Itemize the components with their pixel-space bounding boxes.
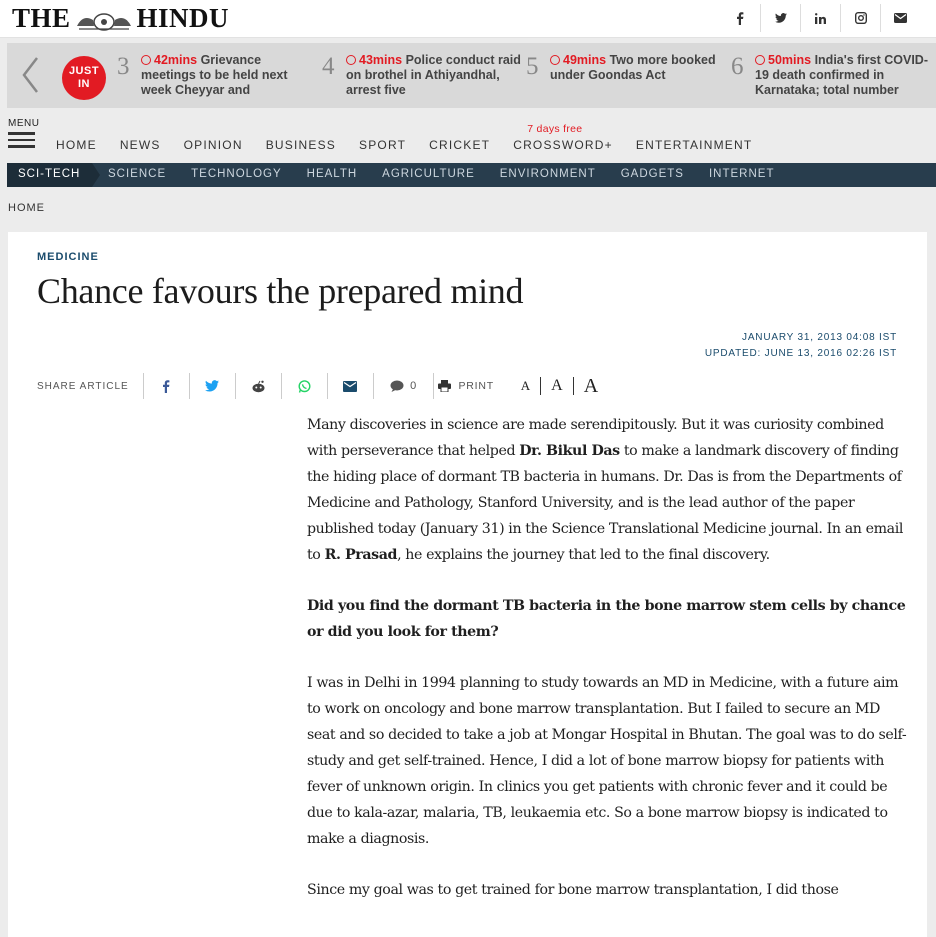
reddit-icon (252, 380, 265, 392)
ticker-item[interactable]: 5 49mins Two more booked under Goondas A… (526, 51, 716, 103)
mail-icon (343, 380, 358, 392)
interview-question: Did you find the dormant TB bacteria in … (307, 598, 906, 640)
nav-item-crossword[interactable]: 7 days free CROSSWORD+ (513, 123, 613, 152)
breadcrumb[interactable]: HOME (8, 202, 45, 214)
subnav-item-agriculture[interactable]: AGRICULTURE (382, 168, 475, 180)
font-large-button[interactable]: A (574, 375, 608, 398)
subnav-item-health[interactable]: HEALTH (307, 168, 358, 180)
article-body: Many discoveries in science are made ser… (307, 412, 911, 928)
print-label: PRINT (458, 380, 494, 392)
share-reddit-button[interactable] (234, 373, 281, 399)
clock-icon (755, 55, 765, 65)
person-name: R. Prasad (324, 547, 398, 563)
article-paragraph: I was in Delhi in 1994 planning to study… (307, 675, 907, 847)
mail-icon[interactable] (880, 4, 920, 32)
nav-item-entertainment[interactable]: ENTERTAINMENT (636, 138, 753, 152)
instagram-icon[interactable] (840, 4, 880, 32)
section-subnav: SCI-TECH SCIENCE TECHNOLOGY HEALTH AGRIC… (7, 163, 936, 187)
just-in-badge-line2: IN (78, 78, 90, 90)
comment-count: 0 (410, 380, 417, 392)
crossword-free-note: 7 days free (527, 123, 583, 135)
article-headline: Chance favours the prepared mind (37, 271, 524, 311)
article-container: MEDICINE Chance favours the prepared min… (8, 232, 927, 937)
person-name: Dr. Bikul Das (519, 443, 620, 459)
ticker-item-time: 49mins (563, 53, 607, 67)
article-kicker[interactable]: MEDICINE (37, 251, 99, 263)
share-bar: SHARE ARTICLE 0 PRINT A A A (37, 373, 608, 399)
ticker-item[interactable]: 3 42mins Grievance meetings to be held n… (117, 51, 307, 103)
whatsapp-icon (298, 379, 311, 393)
printer-icon (438, 380, 452, 392)
site-logo[interactable]: THE HINDU (12, 3, 229, 34)
subnav-item-environment[interactable]: ENVIRONMENT (500, 168, 596, 180)
nav-item-business[interactable]: BUSINESS (266, 138, 336, 152)
paragraph-text: , he explains the journey that led to th… (397, 547, 770, 563)
facebook-icon[interactable] (720, 4, 760, 32)
social-links (720, 4, 920, 32)
share-facebook-button[interactable] (142, 373, 189, 399)
clock-icon (346, 55, 356, 65)
ticker-item-number: 5 (526, 53, 539, 80)
ticker-item-time: 43mins (359, 53, 403, 67)
paragraph-text: to make a landmark discovery of finding … (307, 443, 903, 563)
share-label: SHARE ARTICLE (37, 380, 129, 392)
nav-item-cricket[interactable]: CRICKET (429, 138, 490, 152)
ticker-item-number: 4 (322, 53, 335, 80)
article-dates: JANUARY 31, 2013 04:08 IST UPDATED: JUNE… (705, 330, 897, 362)
facebook-icon (163, 379, 170, 393)
share-whatsapp-button[interactable] (280, 373, 327, 399)
subnav-item-internet[interactable]: INTERNET (709, 168, 775, 180)
menu-button[interactable]: MENU (8, 118, 40, 152)
logo-text-hindu: HINDU (136, 3, 230, 33)
article-paragraph: Since my goal was to get trained for bon… (307, 882, 839, 898)
just-in-ticker: JUST IN 3 42mins Grievance meetings to b… (7, 43, 936, 108)
subnav-active-sci-tech[interactable]: SCI-TECH (7, 163, 100, 187)
nav-item-crossword-label: CROSSWORD+ (513, 138, 613, 152)
clock-icon (550, 55, 560, 65)
linkedin-icon[interactable] (800, 4, 840, 32)
share-twitter-button[interactable] (188, 373, 235, 399)
comment-icon (390, 380, 404, 392)
just-in-badge-line1: JUST (68, 65, 100, 77)
ticker-item[interactable]: 4 43mins Police conduct raid on brothel … (322, 51, 521, 103)
print-button[interactable]: PRINT (432, 373, 499, 399)
nav-item-sport[interactable]: SPORT (359, 138, 406, 152)
main-nav: MENU HOME NEWS OPINION BUSINESS SPORT CR… (0, 108, 936, 163)
subnav-item-gadgets[interactable]: GADGETS (621, 168, 684, 180)
subnav-item-science[interactable]: SCIENCE (108, 168, 166, 180)
font-medium-button[interactable]: A (541, 377, 573, 395)
ticker-item-time: 50mins (768, 53, 812, 67)
logo-text-the: THE (12, 3, 71, 33)
twitter-icon[interactable] (760, 4, 800, 32)
twitter-icon (205, 380, 220, 392)
ticker-item-number: 6 (731, 53, 744, 80)
published-date: JANUARY 31, 2013 04:08 IST (742, 332, 897, 343)
nav-item-home[interactable]: HOME (56, 138, 97, 152)
nav-item-opinion[interactable]: OPINION (184, 138, 243, 152)
updated-date: UPDATED: JUNE 13, 2016 02:26 IST (704, 348, 897, 359)
article-paragraph: Many discoveries in science are made ser… (307, 412, 911, 568)
nav-item-news[interactable]: NEWS (120, 138, 161, 152)
font-size-controls: A A A (511, 375, 608, 398)
ticker-prev-button[interactable] (13, 53, 47, 97)
share-email-button[interactable] (326, 373, 373, 399)
clock-icon (141, 55, 151, 65)
font-small-button[interactable]: A (511, 378, 540, 394)
hamburger-icon (8, 132, 38, 148)
ticker-item[interactable]: 6 50mins India's first COVID-19 death co… (731, 51, 928, 103)
site-header: THE HINDU (0, 0, 936, 38)
subnav-item-technology[interactable]: TECHNOLOGY (191, 168, 282, 180)
chevron-left-icon (22, 57, 38, 93)
just-in-badge: JUST IN (62, 56, 106, 100)
menu-label: MENU (8, 118, 40, 129)
comments-button[interactable]: 0 (372, 373, 433, 399)
emblem-icon (75, 8, 133, 31)
ticker-item-number: 3 (117, 53, 130, 80)
ticker-item-time: 42mins (154, 53, 198, 67)
